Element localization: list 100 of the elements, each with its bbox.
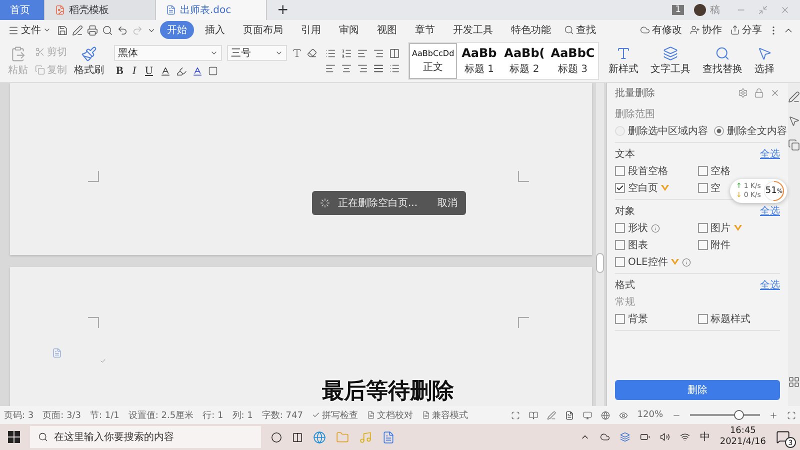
file-menu[interactable]: 文件: [6, 23, 53, 37]
eraser-icon[interactable]: [307, 48, 317, 58]
browser-icon[interactable]: [313, 430, 326, 444]
find-icon[interactable]: [715, 46, 730, 61]
page-view-icon[interactable]: [565, 410, 574, 420]
columns-icon[interactable]: [389, 48, 400, 59]
undo-icon[interactable]: [117, 24, 128, 36]
document-icon[interactable]: [422, 411, 430, 419]
tool-button[interactable]: 查找替换: [700, 46, 745, 76]
checkbox-option[interactable]: 附件: [698, 238, 730, 252]
font-color-icon[interactable]: [160, 66, 171, 76]
search-icon[interactable]: [564, 25, 574, 35]
outdent-icon[interactable]: [373, 48, 384, 59]
ribbon-tab[interactable]: 页面布局: [236, 21, 290, 39]
check-icon[interactable]: [312, 411, 320, 419]
search-button[interactable]: 查找: [562, 23, 598, 37]
highlighter-icon[interactable]: [176, 66, 187, 76]
checkbox[interactable]: [698, 183, 708, 193]
checkbox[interactable]: [615, 257, 625, 267]
align-right-icon[interactable]: [357, 63, 368, 74]
ribbon-tab[interactable]: 章节: [408, 21, 442, 39]
cloud-icon[interactable]: [640, 25, 650, 35]
task-view-icon[interactable]: [292, 432, 303, 442]
checkbox[interactable]: [615, 223, 625, 233]
checkbox-option[interactable]: 空格: [698, 164, 730, 178]
checkbox[interactable]: [615, 240, 625, 250]
text-style-icon[interactable]: [616, 46, 632, 61]
ribbon-tab[interactable]: 插入: [198, 21, 232, 39]
window-tab[interactable]: 首页: [0, 0, 45, 20]
tool-button[interactable]: 文字工具: [648, 46, 693, 76]
zoom-in-icon[interactable]: [769, 410, 778, 420]
shading-icon[interactable]: [208, 66, 218, 76]
avatar[interactable]: [694, 4, 706, 16]
fullscreen-icon[interactable]: [511, 410, 520, 420]
checkbox-option[interactable]: 图表: [615, 238, 648, 252]
info-icon[interactable]: [682, 258, 691, 266]
cortana-icon[interactable]: [271, 432, 282, 442]
checkbox[interactable]: [615, 183, 625, 193]
underline-button[interactable]: U: [143, 65, 155, 77]
clock[interactable]: 16:45 2021/4/16: [720, 426, 766, 448]
cloud-icon[interactable]: [600, 432, 610, 442]
edit-icon[interactable]: [72, 24, 83, 36]
checkbox-option[interactable]: 空白页: [615, 181, 669, 195]
new-tab-button[interactable]: +: [267, 0, 299, 20]
delete-button[interactable]: 删除: [615, 380, 780, 400]
checkbox-option[interactable]: 图片: [698, 221, 742, 235]
style-preset[interactable]: AaBbCcDd 正文: [409, 43, 458, 79]
fit-icon[interactable]: [787, 410, 796, 420]
radio-option[interactable]: 删除全文内容: [714, 124, 787, 138]
action-button[interactable]: 分享: [728, 23, 764, 37]
save-icon[interactable]: [57, 24, 68, 36]
style-preset[interactable]: AaBb 标题 1: [457, 43, 502, 79]
template-icon[interactable]: [55, 5, 65, 15]
info-icon[interactable]: [651, 224, 660, 232]
scrollbar[interactable]: [596, 83, 604, 406]
ribbon-tab[interactable]: 引用: [294, 21, 328, 39]
checkbox[interactable]: [698, 223, 708, 233]
volume-icon[interactable]: [660, 432, 670, 442]
battery-icon[interactable]: [640, 432, 650, 442]
ribbon-tab[interactable]: 开发工具: [446, 21, 500, 39]
settings-icon[interactable]: [738, 88, 748, 98]
document-icon[interactable]: [366, 411, 375, 419]
checkbox[interactable]: [698, 314, 708, 324]
style-preset[interactable]: AaBbC 标题 3: [548, 43, 598, 79]
preview-icon[interactable]: [102, 24, 113, 36]
share-icon[interactable]: [730, 25, 740, 35]
zoom-level[interactable]: 120%: [637, 410, 663, 420]
bold-button[interactable]: B: [114, 65, 126, 77]
web-view-icon[interactable]: [583, 410, 592, 420]
chevron-down-icon[interactable]: [43, 26, 51, 34]
tool-button[interactable]: 新样式: [606, 46, 641, 76]
style-preset[interactable]: AaBb( 标题 2: [501, 43, 548, 79]
pen-icon[interactable]: [547, 410, 556, 420]
search-icon[interactable]: [38, 432, 48, 442]
radio[interactable]: [714, 126, 724, 136]
tool-button[interactable]: 选择: [752, 46, 777, 76]
menu-icon[interactable]: [8, 24, 19, 36]
align-left-icon[interactable]: [325, 63, 336, 74]
ime-indicator[interactable]: 中: [700, 430, 710, 444]
align-center-icon[interactable]: [341, 63, 352, 74]
ribbon-tab[interactable]: 特色功能: [504, 21, 558, 39]
justify-icon[interactable]: [373, 63, 384, 74]
chevron-down-icon[interactable]: [210, 49, 218, 57]
close-icon[interactable]: [770, 88, 780, 98]
cancel-button[interactable]: 取消: [438, 196, 458, 210]
checkbox-option[interactable]: 标题样式: [698, 312, 750, 326]
reading-icon[interactable]: [529, 410, 538, 420]
taskbar-search-field[interactable]: 在这里输入你要搜索的内容: [30, 426, 261, 448]
paintbrush-icon[interactable]: [81, 46, 97, 62]
checkbox-option[interactable]: 背景: [615, 312, 648, 326]
window-tab[interactable]: 出师表.doc: [156, 0, 267, 20]
status-button[interactable]: 兼容模式: [422, 408, 468, 422]
ribbon-tab[interactable]: 视图: [370, 21, 404, 39]
font-size-select[interactable]: 三号: [227, 45, 287, 61]
font-select[interactable]: 黑体: [114, 45, 222, 61]
indent-icon[interactable]: [357, 48, 368, 59]
document-icon[interactable]: [166, 5, 176, 15]
radio-option[interactable]: 删除选中区域内容: [615, 124, 708, 138]
checkbox[interactable]: [698, 166, 708, 176]
select-all-link[interactable]: 全选: [760, 278, 780, 292]
